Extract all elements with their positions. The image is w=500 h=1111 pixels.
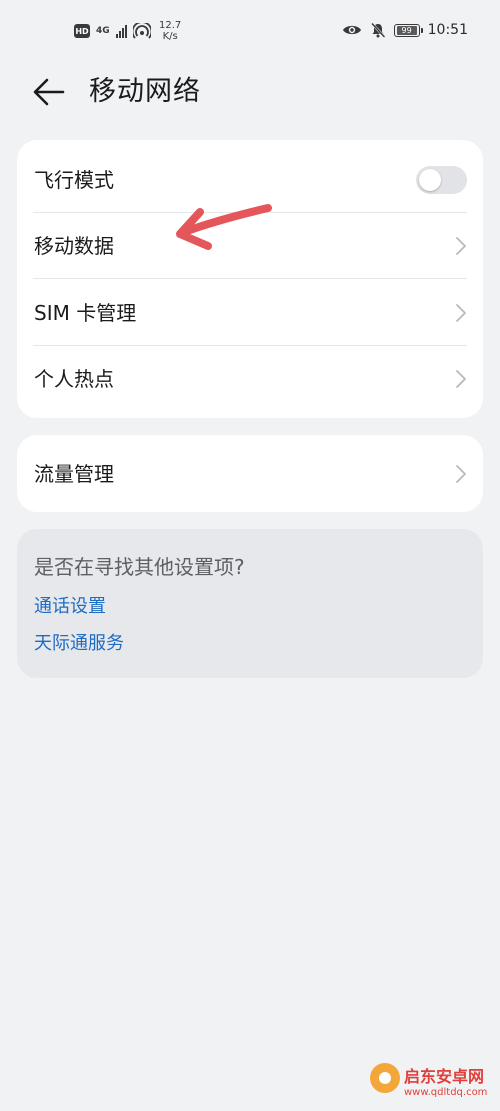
speed-value: 12.7 — [159, 20, 182, 31]
hd-icon: HD — [74, 24, 90, 38]
annotation-arrow-icon — [176, 204, 272, 250]
call-settings-link[interactable]: 通话设置 — [34, 596, 106, 618]
personal-hotspot-row[interactable]: 个人热点 — [17, 346, 483, 412]
page-title: 移动网络 — [89, 76, 201, 107]
sim-management-label: SIM 卡管理 — [34, 301, 137, 325]
battery-icon: 99 — [393, 23, 423, 37]
skytone-service-link[interactable]: 天际通服务 — [34, 633, 124, 655]
traffic-management-label: 流量管理 — [34, 462, 114, 486]
traffic-management-row[interactable]: 流量管理 — [17, 441, 483, 507]
network-speed: 12.7 K/s — [159, 20, 181, 42]
chevron-right-icon — [456, 370, 466, 388]
watermark: 启东安卓网 www.qdltdq.com — [360, 1059, 500, 1111]
battery-level: 99 — [396, 25, 417, 35]
bell-slash-icon — [370, 22, 386, 38]
signal-icon — [116, 24, 127, 38]
eye-icon — [342, 25, 361, 35]
traffic-management-card: 流量管理 — [17, 435, 483, 512]
watermark-name: 启东安卓网 — [404, 1067, 485, 1086]
sim-management-row[interactable]: SIM 卡管理 — [17, 280, 483, 346]
status-right: 99 10:51 — [342, 22, 468, 38]
personal-hotspot-label: 个人热点 — [34, 367, 114, 391]
divider — [33, 278, 467, 279]
chevron-right-icon — [456, 304, 466, 322]
watermark-logo-icon — [370, 1063, 400, 1093]
network-type: 4G — [96, 25, 110, 36]
chevron-right-icon — [456, 465, 466, 483]
suggestions-question: 是否在寻找其他设置项? — [34, 555, 245, 579]
mobile-network-card: 飞行模式 移动数据 SIM 卡管理 个人热点 — [17, 140, 483, 418]
chevron-right-icon — [456, 237, 466, 255]
airplane-mode-toggle[interactable] — [416, 166, 467, 194]
toggle-knob — [419, 169, 441, 191]
airplane-mode-label: 飞行模式 — [34, 168, 114, 192]
watermark-url: www.qdltdq.com — [404, 1087, 488, 1098]
status-left: HD 4G 12.7 K/s — [74, 20, 181, 42]
status-time: 10:51 — [427, 22, 468, 38]
hotspot-icon — [133, 23, 151, 39]
arrow-left-icon[interactable] — [32, 76, 66, 108]
page-header: 移动网络 — [0, 66, 500, 120]
mobile-data-label: 移动数据 — [34, 234, 114, 258]
speed-unit: K/s — [162, 31, 178, 42]
status-bar: HD 4G 12.7 K/s 99 10:51 — [0, 0, 500, 64]
suggestions-card: 是否在寻找其他设置项? 通话设置 天际通服务 — [17, 529, 483, 678]
